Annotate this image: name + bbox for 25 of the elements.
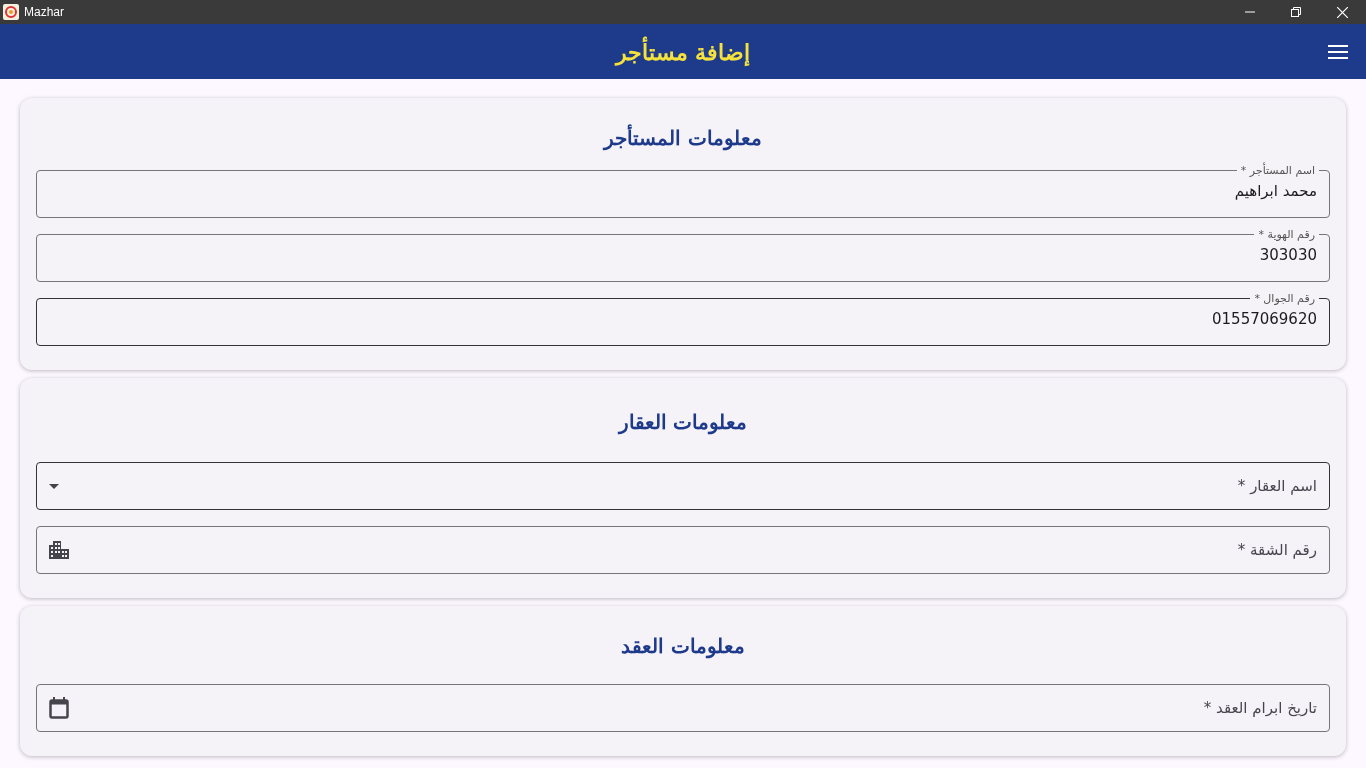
- calendar-icon: [49, 697, 69, 719]
- field-value: 01557069620: [1211, 309, 1317, 329]
- field-label: رقم الهوية *: [1257, 228, 1316, 241]
- field-value: محمد ابراهيم: [1233, 181, 1317, 201]
- section-title: معلومات العقد: [620, 634, 746, 658]
- caret-icon: [49, 483, 59, 489]
- field-placeholder: اسم العقار *: [1237, 477, 1317, 495]
- field-placeholder: رقم الشقة *: [1237, 541, 1317, 559]
- section-title: معلومات العقار: [616, 410, 749, 434]
- restore-icon[interactable]: [1291, 7, 1301, 17]
- dropdown-field[interactable]: اسم العقار *: [36, 462, 1330, 510]
- input-field[interactable]: رقم الشقة *: [36, 526, 1330, 574]
- field-value: 303030: [1258, 245, 1317, 265]
- building-icon: [49, 541, 69, 559]
- close-icon[interactable]: [1337, 6, 1348, 18]
- menu-icon[interactable]: [1328, 45, 1348, 59]
- section-title: معلومات المستأجر: [601, 126, 763, 150]
- field-label: رقم الجوال *: [1253, 292, 1316, 305]
- app-logo-icon: [3, 4, 19, 20]
- field-placeholder: تاريخ ابرام العقد *: [1203, 699, 1317, 717]
- page-title: إضافة مستأجر: [615, 38, 751, 65]
- window-title: Mazhar: [24, 5, 64, 19]
- field-label: اسم المستأجر *: [1239, 164, 1316, 177]
- input-field[interactable]: اسم المستأجر * محمد ابراهيم: [36, 164, 1330, 218]
- input-field[interactable]: تاريخ ابرام العقد *: [36, 684, 1330, 732]
